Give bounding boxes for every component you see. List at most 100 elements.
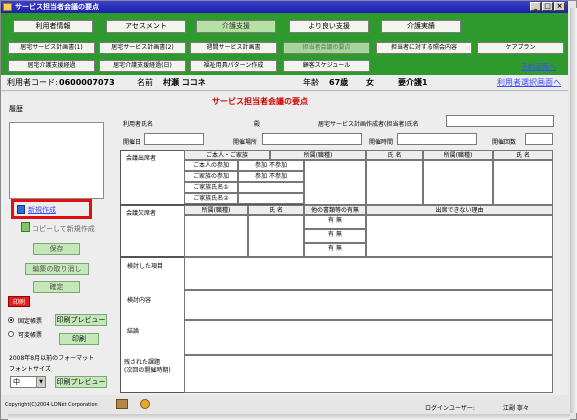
tab-care-records[interactable]: 介護実績 (381, 20, 461, 33)
absentee-documents-options[interactable]: 有 無 (304, 243, 366, 257)
conclusion-label: 結論 (127, 328, 140, 335)
fixed-form-label: 固定帳票 (18, 318, 43, 325)
absentees-header-reason: 出席できない理由 (366, 205, 553, 215)
age-value: 67歳 (329, 78, 349, 87)
user-select-link[interactable]: 利用者選択画面へ (497, 75, 561, 91)
prev-screen-link[interactable]: 予約画面へ (521, 62, 556, 72)
subnav-care-plan-2[interactable]: 居宅サービス計画書(2) (99, 42, 186, 54)
date-input[interactable] (144, 133, 204, 145)
attendee-row-options[interactable]: 参加 不参加 (238, 160, 304, 171)
place-input[interactable] (262, 133, 362, 145)
attendee-affiliation-cell[interactable] (304, 160, 366, 205)
print-button[interactable]: 印刷 (59, 333, 99, 345)
subnav-welfare-pattern[interactable]: 福祉用具パターン作成 (190, 60, 277, 72)
absentees-header-affiliation: 所属(職種) (184, 205, 248, 215)
print-preview-button-2[interactable]: 印刷プレビュー (55, 376, 107, 388)
absentee-documents-options[interactable]: 有 無 (304, 215, 366, 229)
minimize-button[interactable]: _ (530, 2, 541, 11)
copy-doc-icon (21, 222, 30, 232)
date-label: 開催日 (123, 139, 142, 146)
attendee-affiliation-cell[interactable] (423, 160, 493, 205)
copy-create-link[interactable]: コピーして新規作成 (32, 224, 95, 234)
format-note: 2008年8月以前のフォーマット (9, 355, 95, 362)
attendee-row-label: ご家族氏名① (184, 182, 238, 193)
pen-icon[interactable] (116, 399, 128, 409)
subnav-support-log-daily[interactable]: 居宅介護支援経過(日) (99, 60, 186, 72)
sex-value: 女 (366, 78, 374, 87)
window-shadow-bottom (8, 414, 570, 420)
login-user-value: 江副 寧々 (503, 405, 529, 412)
attendees-header-name-1: 氏 名 (366, 150, 423, 160)
remaining-textarea[interactable] (184, 355, 553, 393)
maximize-button[interactable]: □ (542, 2, 553, 11)
font-size-select[interactable]: 中 ▼ (10, 376, 46, 388)
attendees-label: 会議出席者 (126, 155, 157, 162)
attendee-name-cell[interactable] (366, 160, 423, 205)
variable-form-radio[interactable] (8, 331, 14, 337)
confirm-button[interactable]: 確定 (33, 281, 80, 293)
tab-better-support[interactable]: より良い支援 (289, 20, 369, 33)
subnav-care-plan-1[interactable]: 居宅サービス計画書(1) (8, 42, 95, 54)
absentee-name-cell[interactable] (248, 215, 304, 257)
tab-care-support[interactable]: 介護支援 (196, 20, 276, 33)
time-input[interactable] (397, 133, 477, 145)
subnav-support-log[interactable]: 居宅介護支援経過 (8, 60, 95, 72)
user-code-value: 0600007073 (59, 78, 115, 87)
absentees-header-name: 氏 名 (248, 205, 304, 215)
attendee-row-options[interactable]: 参加 不参加 (238, 171, 304, 182)
absentee-reason-cell[interactable] (366, 215, 553, 257)
attendee-row-label: ご家族の参加 (184, 171, 238, 182)
login-user-label: ログインユーザー: (425, 405, 475, 412)
close-button[interactable]: × (554, 2, 565, 11)
user-name-field-label: 利用者氏名 (123, 121, 154, 128)
chevron-down-icon: ▼ (36, 377, 45, 387)
subnav-inquiry[interactable]: 担当者に対する照会内容 (376, 42, 472, 54)
copyright-text: Copyright(C)2004 LDNet Corporation (5, 402, 98, 408)
attendee-family-name-input-1[interactable] (238, 182, 304, 193)
absentee-affiliation-cell[interactable] (184, 215, 248, 257)
planner-input[interactable] (446, 115, 554, 127)
attendees-header-family: ご本人・ご家族 (184, 150, 270, 160)
fixed-form-radio[interactable] (8, 317, 14, 323)
items-textarea[interactable] (184, 257, 553, 290)
new-doc-icon (17, 205, 25, 214)
tab-user-info[interactable]: 利用者情報 (13, 20, 93, 33)
title-bar: サービス担当者会議の要点 _ □ × (1, 1, 568, 13)
attendees-header-affiliation-1: 所属(職種) (270, 150, 366, 160)
history-list[interactable] (9, 122, 104, 199)
subnav-customer-schedule[interactable]: 顧客スケジュール (283, 60, 370, 72)
absentees-label: 会議欠席者 (126, 210, 157, 217)
time-label: 開催時間 (369, 139, 394, 146)
user-code-label: 利用者コード: (7, 78, 58, 87)
absentees-header-documents: 他の書類等の有無 (304, 205, 366, 215)
subnav-meeting-summary[interactable]: 担当者会議の要点 (283, 42, 370, 54)
place-label: 開催場所 (233, 139, 258, 146)
subnav-care-plan[interactable]: ケアプラン (477, 42, 564, 54)
count-input[interactable] (525, 133, 553, 145)
print-badge: 印刷 (8, 296, 30, 307)
font-size-label: フォントサイズ (9, 366, 51, 373)
absentee-documents-options[interactable]: 有 無 (304, 229, 366, 243)
window-title: サービス担当者会議の要点 (15, 3, 99, 11)
variable-form-label: 可変帳票 (18, 332, 43, 339)
honorific-label: 殿 (254, 121, 261, 128)
save-button[interactable]: 保存 (33, 243, 80, 255)
age-label: 年齢 (303, 78, 319, 87)
subnav-weekly-plan[interactable]: 週間サービス計画書 (190, 42, 277, 54)
cancel-edit-button[interactable]: 編集の取り消し (25, 263, 89, 275)
attendee-name-cell[interactable] (493, 160, 553, 205)
attendee-row-label: ご本人の参加 (184, 160, 238, 171)
print-preview-button[interactable]: 印刷プレビュー (55, 314, 107, 326)
attendee-family-name-input-2[interactable] (238, 193, 304, 204)
count-label: 開催回数 (492, 139, 517, 146)
new-create-link[interactable]: 新規作成 (28, 205, 56, 215)
items-label: 検討した項目 (127, 263, 164, 270)
remaining-label: 残された課題 (次回の開催時期) (124, 359, 171, 374)
font-size-value: 中 (13, 378, 20, 386)
tab-assessment[interactable]: アセスメント (106, 20, 186, 33)
content-textarea[interactable] (184, 290, 553, 320)
section-title: サービス担当者会議の要点 (212, 97, 308, 106)
conclusion-textarea[interactable] (184, 320, 553, 355)
help-icon[interactable] (140, 399, 150, 409)
content-label: 検討内容 (127, 297, 152, 304)
